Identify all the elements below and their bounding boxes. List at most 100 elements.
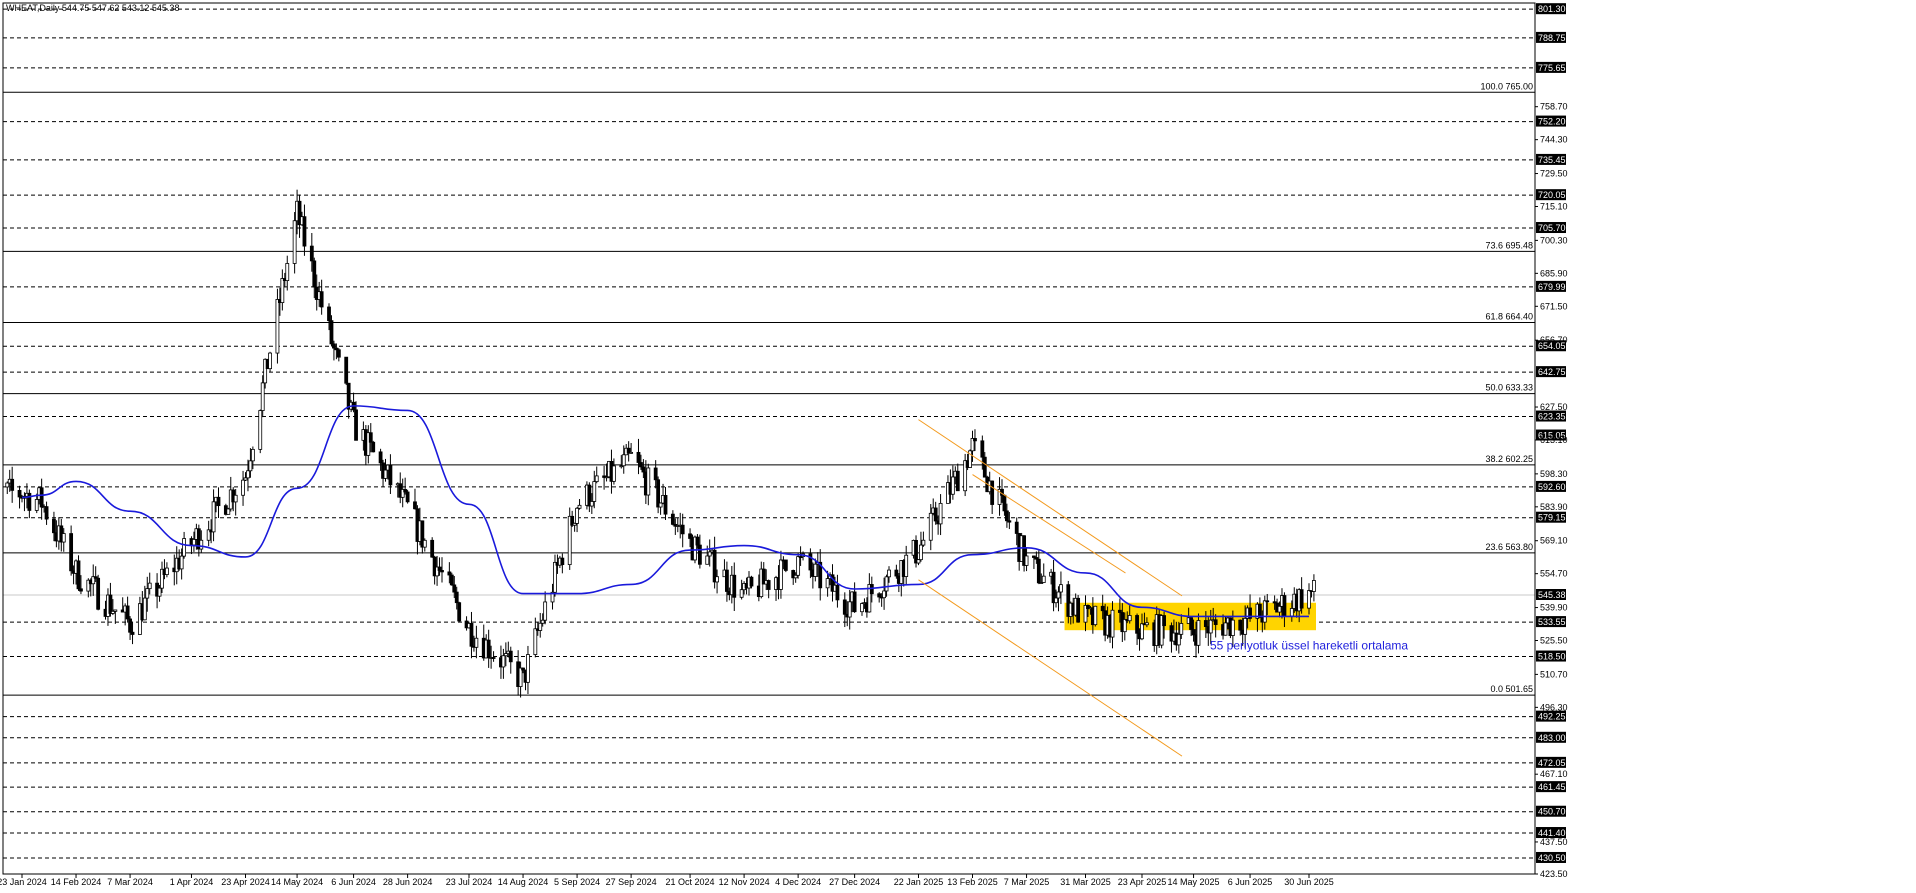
candle-body xyxy=(69,533,74,572)
candle-body xyxy=(641,466,646,473)
price-tick-label: 654.05 xyxy=(1538,341,1566,351)
candle-body xyxy=(285,263,290,281)
candle xyxy=(457,601,462,623)
candle-body xyxy=(344,356,349,384)
price-tick-label: 569.10 xyxy=(1540,536,1568,546)
candle-body xyxy=(842,599,847,615)
candle-body xyxy=(577,504,582,509)
fib-label: 61.8 664.40 xyxy=(1485,312,1533,322)
candle-body xyxy=(884,576,889,592)
candle-body xyxy=(108,594,113,614)
candle-body xyxy=(1238,619,1243,631)
date-tick-label: 7 Mar 2025 xyxy=(1004,877,1050,887)
candle-body xyxy=(725,569,729,592)
candle-body xyxy=(96,577,101,610)
candle-body xyxy=(1243,617,1248,635)
candle-body xyxy=(508,650,513,663)
candle-body xyxy=(268,352,272,370)
candle xyxy=(258,409,263,454)
candle-body xyxy=(882,590,886,599)
candle xyxy=(344,356,349,386)
price-tick-label: 642.75 xyxy=(1538,367,1566,377)
price-chart[interactable]: 100.0 765.00 73.6 695.48 61.8 664.40 50.0 6… xyxy=(0,0,1916,888)
candle-body xyxy=(919,544,923,561)
candle-body xyxy=(1162,615,1166,627)
candle-body xyxy=(246,470,250,479)
candle xyxy=(280,269,285,311)
candle-body xyxy=(1262,600,1267,623)
price-tick-label: 483.00 xyxy=(1538,733,1566,743)
candle-body xyxy=(452,584,457,593)
candle xyxy=(1076,595,1081,623)
date-tick-label: 27 Sep 2024 xyxy=(606,877,657,887)
candle xyxy=(1135,613,1139,645)
candle-body xyxy=(113,609,118,612)
candle xyxy=(587,482,592,513)
candle-body xyxy=(538,622,543,631)
candle xyxy=(919,531,923,562)
candle-body xyxy=(79,588,83,592)
date-tick-label: 6 Jun 2025 xyxy=(1228,877,1273,887)
candle xyxy=(449,572,454,586)
candle-body xyxy=(449,574,454,586)
candle xyxy=(783,559,788,573)
candle xyxy=(27,489,32,519)
candle-body xyxy=(705,555,710,565)
candle-body xyxy=(260,382,265,411)
candle xyxy=(538,612,543,638)
candle xyxy=(319,279,324,315)
candle-body xyxy=(653,467,658,481)
candle xyxy=(732,562,737,612)
candle-body xyxy=(17,489,22,498)
candle-body xyxy=(540,619,545,624)
candle xyxy=(39,478,44,520)
candle-body xyxy=(1041,575,1046,583)
candle-body xyxy=(980,440,985,458)
price-tick-label: 510.70 xyxy=(1540,669,1568,679)
candle-body xyxy=(1007,520,1012,523)
candle-body xyxy=(928,512,933,541)
candle-body xyxy=(1076,597,1081,623)
candle-body xyxy=(76,560,81,590)
date-tick-label: 21 Oct 2024 xyxy=(666,877,715,887)
candle-body xyxy=(437,566,442,571)
candle xyxy=(508,646,513,674)
candle-body xyxy=(955,470,960,492)
candle-body xyxy=(280,278,285,304)
price-tick-label: 613.10 xyxy=(1540,435,1568,445)
candle-body xyxy=(916,559,921,564)
price-tick-label: 720.05 xyxy=(1538,190,1566,200)
price-tick-label: 583.90 xyxy=(1540,502,1568,512)
candle xyxy=(346,382,351,419)
fib-label: 38.2 602.25 xyxy=(1485,454,1533,464)
candle-body xyxy=(982,456,987,478)
candle xyxy=(533,617,538,658)
candle xyxy=(336,348,341,362)
candle-body xyxy=(518,667,523,687)
candle-body xyxy=(612,465,616,482)
price-tick-label: 539.90 xyxy=(1540,603,1568,613)
candle-body xyxy=(1100,605,1105,612)
date-tick-label: 1 Apr 2024 xyxy=(170,877,214,887)
price-tick-label: 579.15 xyxy=(1538,513,1566,523)
candle xyxy=(388,454,393,494)
candle-body xyxy=(157,587,162,597)
candle-body xyxy=(179,555,184,570)
candle-body xyxy=(697,544,702,565)
candle xyxy=(670,510,675,526)
candle xyxy=(526,645,530,695)
price-tick-label: 554.70 xyxy=(1540,569,1568,579)
candle-body xyxy=(457,602,462,622)
candle xyxy=(44,501,49,525)
price-tick-label: 437.50 xyxy=(1540,837,1568,847)
candle-body xyxy=(258,410,263,450)
candle xyxy=(1059,571,1063,605)
candle xyxy=(76,555,81,591)
candle xyxy=(268,351,272,372)
candle-body xyxy=(309,245,314,262)
candle-body xyxy=(796,556,801,576)
candle xyxy=(950,465,955,500)
candle-body xyxy=(835,584,840,601)
date-tick-label: 28 Jun 2024 xyxy=(383,877,433,887)
candle-body xyxy=(440,570,444,573)
